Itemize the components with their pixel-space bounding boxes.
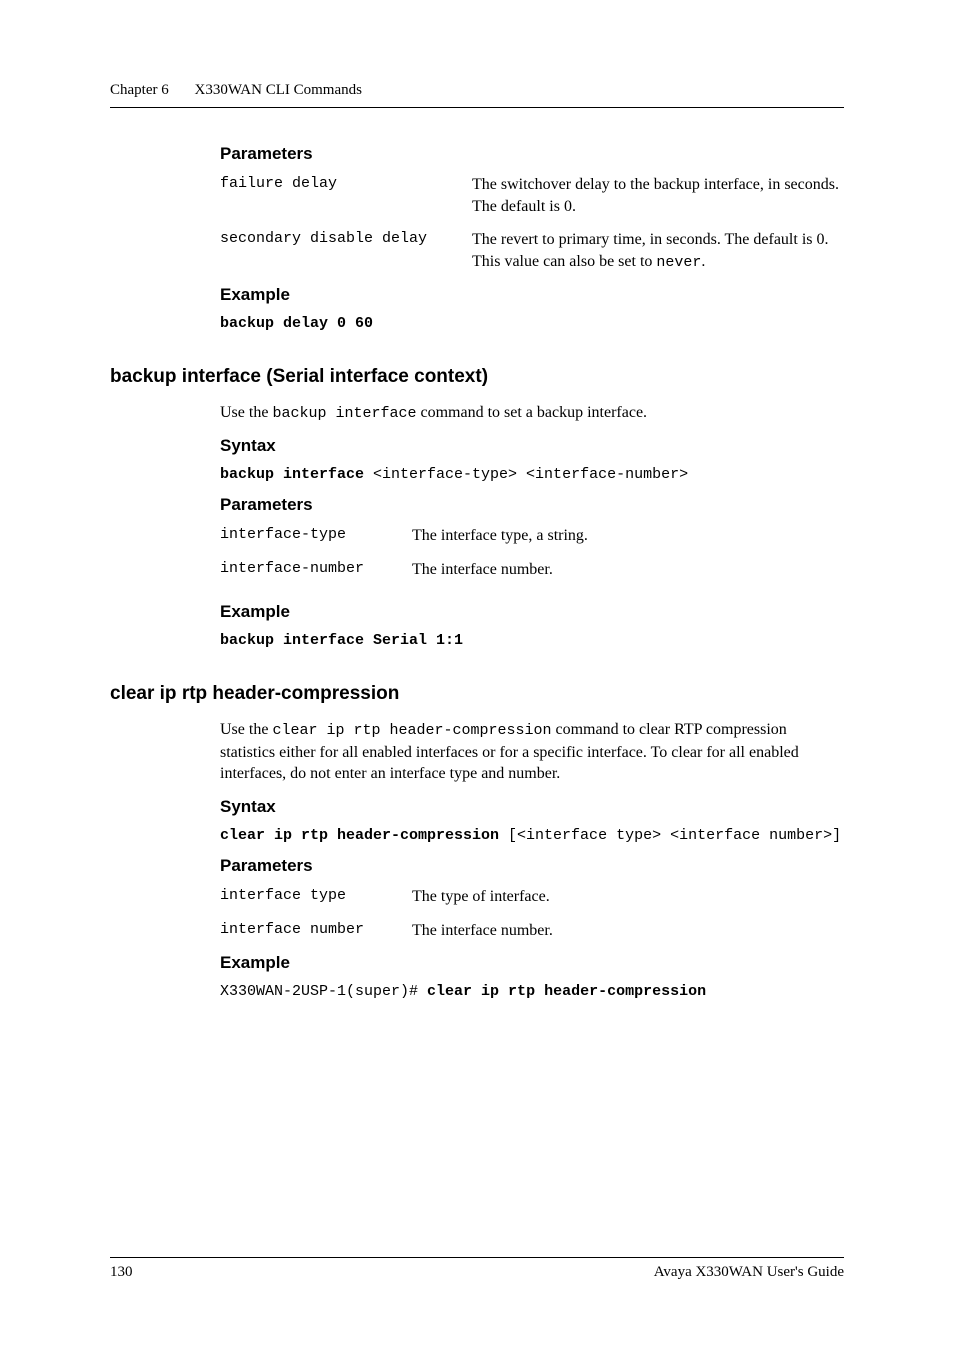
param-desc: The revert to primary time, in seconds. …	[472, 229, 844, 273]
syntax-rest: <interface-type> <interface-number>	[364, 466, 688, 483]
section-heading: backup interface (Serial interface conte…	[110, 366, 844, 388]
syntax-rest: [<interface type> <interface number>]	[499, 827, 841, 844]
param-row: failure delay The switchover delay to th…	[220, 174, 844, 217]
example-cmd: clear ip rtp header-compression	[427, 983, 706, 1000]
param-name: secondary disable delay	[220, 229, 472, 273]
param-row: interface number The interface number.	[220, 920, 844, 942]
param-row: interface type The type of interface.	[220, 886, 844, 908]
param-row: secondary disable delay The revert to pr…	[220, 229, 844, 273]
param-name: interface-type	[220, 525, 412, 547]
parameters-heading: Parameters	[220, 856, 844, 876]
example-line: X330WAN-2USP-1(super)# clear ip rtp head…	[220, 983, 844, 1000]
param-desc: The switchover delay to the backup inter…	[472, 174, 844, 217]
example-code: backup delay 0 60	[220, 315, 844, 332]
param-name: failure delay	[220, 174, 472, 217]
syntax-bold: backup interface	[220, 466, 364, 483]
section-heading: clear ip rtp header-compression	[110, 683, 844, 705]
example-code: backup interface Serial 1:1	[220, 632, 844, 649]
param-desc: The type of interface.	[412, 886, 844, 908]
syntax-heading: Syntax	[220, 436, 844, 456]
param-row: interface-type The interface type, a str…	[220, 525, 844, 547]
intro-post: command to set a backup interface.	[416, 404, 647, 421]
page-number: 130	[110, 1264, 133, 1281]
parameters-heading: Parameters	[220, 495, 844, 515]
param-desc: The interface type, a string.	[412, 525, 844, 547]
param-name: interface number	[220, 920, 412, 942]
intro-pre: Use the	[220, 721, 272, 738]
parameters-heading: Parameters	[220, 144, 844, 164]
intro-pre: Use the	[220, 404, 272, 421]
page-footer: 130 Avaya X330WAN User's Guide	[110, 1257, 844, 1281]
chapter-title: X330WAN CLI Commands	[194, 82, 362, 98]
syntax-line: backup interface <interface-type> <inter…	[220, 466, 844, 483]
intro-text: Use the backup interface command to set …	[220, 402, 844, 424]
param-name: interface-number	[220, 559, 412, 581]
intro-code: clear ip rtp header-compression	[272, 722, 551, 739]
param-desc-code: never	[656, 254, 701, 271]
intro-text: Use the clear ip rtp header-compression …	[220, 719, 844, 784]
example-heading: Example	[220, 285, 844, 305]
page-header: Chapter 6 X330WAN CLI Commands	[110, 82, 844, 108]
param-name: interface type	[220, 886, 412, 908]
syntax-heading: Syntax	[220, 797, 844, 817]
param-desc: The interface number.	[412, 559, 844, 581]
example-heading: Example	[220, 953, 844, 973]
footer-title: Avaya X330WAN User's Guide	[654, 1264, 844, 1281]
syntax-bold: clear ip rtp header-compression	[220, 827, 499, 844]
param-row: interface-number The interface number.	[220, 559, 844, 581]
chapter-label: Chapter 6	[110, 82, 169, 98]
example-prompt: X330WAN-2USP-1(super)#	[220, 983, 427, 1000]
param-desc: The interface number.	[412, 920, 844, 942]
param-desc-text2: .	[701, 253, 705, 270]
intro-code: backup interface	[272, 405, 416, 422]
syntax-line: clear ip rtp header-compression [<interf…	[220, 827, 844, 844]
example-heading: Example	[220, 602, 844, 622]
param-desc-text: The revert to primary time, in seconds. …	[472, 231, 829, 270]
